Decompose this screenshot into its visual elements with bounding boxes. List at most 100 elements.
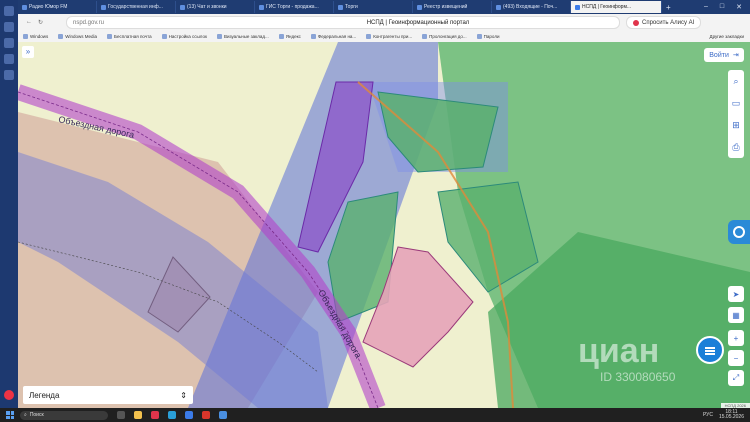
plus-icon: + <box>733 333 739 343</box>
bookmark-favicon-icon <box>161 34 167 39</box>
browser-tab[interactable]: Государственная инф... <box>97 1 176 13</box>
other-bookmarks[interactable]: Другие закладки <box>705 34 750 39</box>
nav-buttons: ← ↻ <box>18 19 66 26</box>
map-toolbar: ⌕ ▭ ⊞ ⎙ <box>728 70 744 158</box>
yandex-browser-icon[interactable] <box>151 411 159 419</box>
language-indicator[interactable]: РУС <box>703 412 713 418</box>
print-icon: ⎙ <box>732 141 740 152</box>
bookmark-item[interactable]: Windows <box>18 34 53 39</box>
bookmark-favicon-icon <box>278 34 284 39</box>
expand-legend-icon: ⇕ <box>180 390 187 400</box>
bookmark-item[interactable]: Настройка ссылок <box>157 34 212 39</box>
bookmark-favicon-icon <box>366 34 372 39</box>
layers-icon: ▭ <box>731 97 741 108</box>
close-icon[interactable]: ✕ <box>736 3 742 11</box>
bookmark-favicon-icon <box>422 34 428 39</box>
browser-tab[interactable]: Радио Юмор FM <box>18 1 97 13</box>
chat-widget-tab[interactable] <box>728 220 750 244</box>
chevron-right-icon: » <box>25 47 31 56</box>
fullscreen-button[interactable]: ⤢ <box>728 370 744 386</box>
tab-bar: Радио Юмор FM Государственная инф... (13… <box>18 0 750 14</box>
bookmark-icon[interactable] <box>4 38 14 48</box>
bookmark-favicon-icon <box>216 34 222 39</box>
tab-favicon-icon <box>180 4 185 10</box>
map-viewport[interactable]: Объездная дорога Объездная дорога циан I… <box>18 42 750 408</box>
search-icon: ⌕ <box>733 75 739 86</box>
task-view-icon[interactable] <box>117 411 125 419</box>
ruler-icon: ⊞ <box>732 119 740 130</box>
bookmark-item[interactable]: Пароли <box>472 34 505 39</box>
store-icon[interactable] <box>185 411 193 419</box>
map-type-button[interactable]: ▦ <box>728 307 744 323</box>
browser-sidebar <box>0 0 18 408</box>
window-controls: – □ ✕ <box>704 3 750 11</box>
clock[interactable]: 18:11 15.05.2026 <box>719 410 744 420</box>
bookmark-item[interactable]: Windows Media <box>53 34 102 39</box>
tab-favicon-icon <box>259 4 264 10</box>
url-text: nspd.gov.ru <box>73 19 104 26</box>
downloads-icon[interactable] <box>4 70 14 80</box>
new-tab-icon[interactable]: + <box>666 3 671 12</box>
legend-panel[interactable]: Легенда ⇕ <box>23 386 193 404</box>
alice-button[interactable]: Спросить Алису AI <box>626 16 702 29</box>
maximize-icon[interactable]: □ <box>720 3 724 11</box>
bookmark-item[interactable]: Контрагенты при... <box>361 34 417 39</box>
back-icon[interactable]: ← <box>26 19 32 26</box>
address-bar: ← ↻ nspd.gov.ru НСПД | Геоинформационный… <box>18 14 750 31</box>
zoom-in-button[interactable]: + <box>728 330 744 346</box>
minus-icon: − <box>733 353 739 363</box>
bookmark-item[interactable]: Яндекс <box>274 34 306 39</box>
watermark-id: ID 330080650 <box>600 370 676 384</box>
search-icon: ⌕ <box>24 412 27 418</box>
locate-button[interactable]: ➤ <box>728 286 744 302</box>
file-explorer-icon[interactable] <box>134 411 142 419</box>
watermark-logo: циан <box>578 332 660 370</box>
print-tool[interactable]: ⎙ <box>728 136 744 158</box>
windows-taskbar: ⌕ Поиск РУС 18:11 15.05.2026 <box>0 408 750 422</box>
reload-icon[interactable]: ↻ <box>38 19 43 26</box>
bookmark-favicon-icon <box>58 34 64 39</box>
tab-favicon-icon <box>22 4 27 10</box>
bookmark-item[interactable]: Пролонгация до... <box>417 34 472 39</box>
zoom-out-button[interactable]: − <box>728 350 744 366</box>
alice-icon[interactable] <box>4 390 14 400</box>
pdf-icon[interactable] <box>202 411 210 419</box>
taskbar-search[interactable]: ⌕ Поиск <box>20 410 108 420</box>
layers-tool[interactable]: ▭ <box>728 92 744 114</box>
measure-tool[interactable]: ⊞ <box>728 114 744 136</box>
browser-tab[interactable]: (13) Чат и звонки <box>176 1 255 13</box>
start-icon[interactable] <box>6 411 14 419</box>
bookmark-item[interactable]: Бесплатная почта <box>102 34 157 39</box>
fullscreen-icon: ⤢ <box>732 373 740 382</box>
tab-favicon-icon <box>417 4 422 10</box>
browser-tab[interactable]: (493) Входящие - Поч... <box>492 1 571 13</box>
mail-icon[interactable] <box>219 411 227 419</box>
browser-tab[interactable]: Реестр извещений <box>413 1 492 13</box>
minimize-icon[interactable]: – <box>704 3 708 11</box>
search-tool[interactable]: ⌕ <box>728 70 744 92</box>
tab-favicon-icon <box>338 4 343 10</box>
system-tray: РУС 18:11 15.05.2026 <box>703 410 750 420</box>
bookmark-item[interactable]: Федеральная на... <box>306 34 361 39</box>
bookmark-favicon-icon <box>310 34 316 39</box>
bookmark-item[interactable]: Визуальные заклад... <box>212 34 274 39</box>
tab-favicon-icon <box>101 4 106 10</box>
browser-tab[interactable]: Торги <box>334 1 413 13</box>
location-arrow-icon: ➤ <box>732 289 740 299</box>
history-icon[interactable] <box>4 54 14 64</box>
tab-favicon-icon <box>575 4 580 10</box>
page-title: НСПД | Геоинформационный портал <box>366 19 470 26</box>
edge-icon[interactable] <box>168 411 176 419</box>
url-field[interactable]: nspd.gov.ru НСПД | Геоинформационный пор… <box>66 16 620 29</box>
home-icon[interactable] <box>4 22 14 32</box>
bookmark-favicon-icon <box>107 34 113 39</box>
login-icon: ⇥ <box>732 52 739 59</box>
browser-tab-active[interactable]: НСПД | Геоинформ... <box>571 1 662 13</box>
menu-fab[interactable] <box>696 336 724 364</box>
alice-logo-icon <box>633 19 639 26</box>
login-button[interactable]: Войти ⇥ <box>704 48 744 62</box>
expand-panel-button[interactable]: » <box>22 46 34 58</box>
menu-icon[interactable] <box>4 6 14 16</box>
map-type-icon: ▦ <box>732 310 740 320</box>
browser-tab[interactable]: ГИС Торги - продажа... <box>255 1 334 13</box>
